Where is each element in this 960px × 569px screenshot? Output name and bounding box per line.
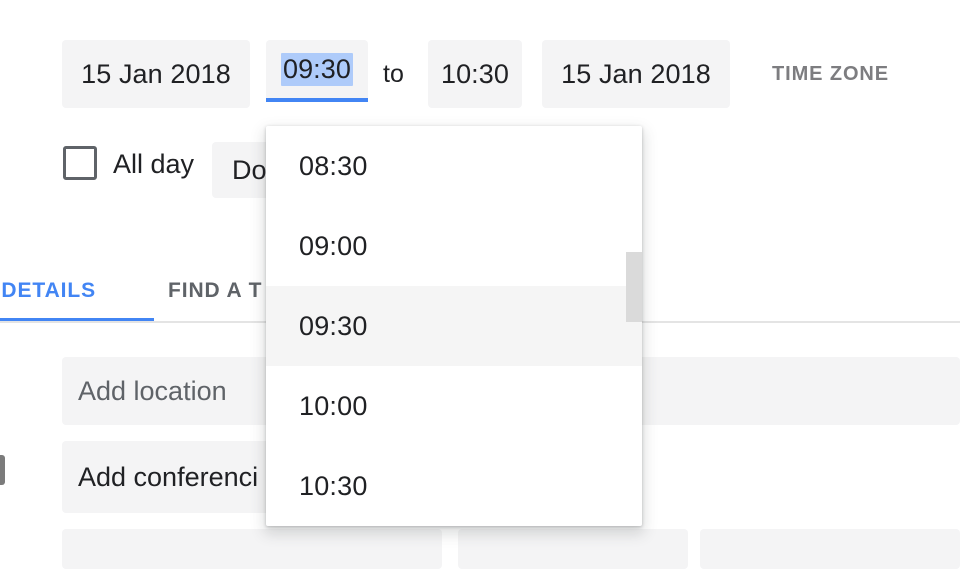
time-option[interactable]: 10:00 [266, 366, 642, 446]
end-time-field[interactable]: 10:30 [428, 40, 522, 108]
dropdown-scrollbar-thumb[interactable] [626, 252, 642, 322]
end-date-value: 15 Jan 2018 [561, 58, 711, 89]
time-option-selected[interactable]: 09:30 [266, 286, 642, 366]
bottom-field-middle[interactable] [458, 529, 688, 569]
all-day-label: All day [113, 148, 195, 179]
start-time-field[interactable]: 09:30 [266, 40, 368, 102]
start-date-value: 15 Jan 2018 [81, 58, 231, 89]
time-option-label: 09:30 [299, 310, 368, 341]
tab-find-a-time[interactable]: FIND A T [168, 262, 262, 320]
time-option-label: 08:30 [299, 150, 368, 181]
bottom-field-right[interactable] [700, 529, 960, 569]
bottom-field-left[interactable] [62, 529, 442, 569]
start-date-field[interactable]: 15 Jan 2018 [62, 40, 250, 108]
drag-handle-icon[interactable] [0, 455, 5, 485]
start-time-dropdown[interactable]: 08:30 09:00 09:30 10:00 10:30 [266, 126, 642, 526]
time-option[interactable]: 08:30 [266, 126, 642, 206]
time-option[interactable]: 09:00 [266, 206, 642, 286]
time-option[interactable]: 10:30 [266, 446, 642, 526]
location-placeholder: Add location [78, 375, 227, 406]
all-day-checkbox[interactable] [63, 146, 97, 180]
conferencing-label: Add conferenci [78, 461, 259, 492]
end-time-value: 10:30 [440, 58, 510, 89]
time-option-label: 10:00 [299, 390, 368, 421]
tab-find-a-time-label: FIND A T [168, 279, 263, 302]
time-option-label: 10:30 [299, 470, 368, 501]
time-range-separator-label: to [383, 59, 404, 88]
end-date-field[interactable]: 15 Jan 2018 [542, 40, 730, 108]
time-zone-button[interactable]: TIME ZONE [772, 40, 889, 108]
tab-event-details-label: ENT DETAILS [0, 279, 97, 302]
start-time-value: 09:30 [280, 52, 354, 86]
event-datetime-row: 15 Jan 2018 09:30 to 10:30 15 Jan 2018 T… [0, 40, 960, 108]
time-option-label: 09:00 [299, 230, 368, 261]
tab-event-details[interactable]: ENT DETAILS [0, 262, 96, 320]
